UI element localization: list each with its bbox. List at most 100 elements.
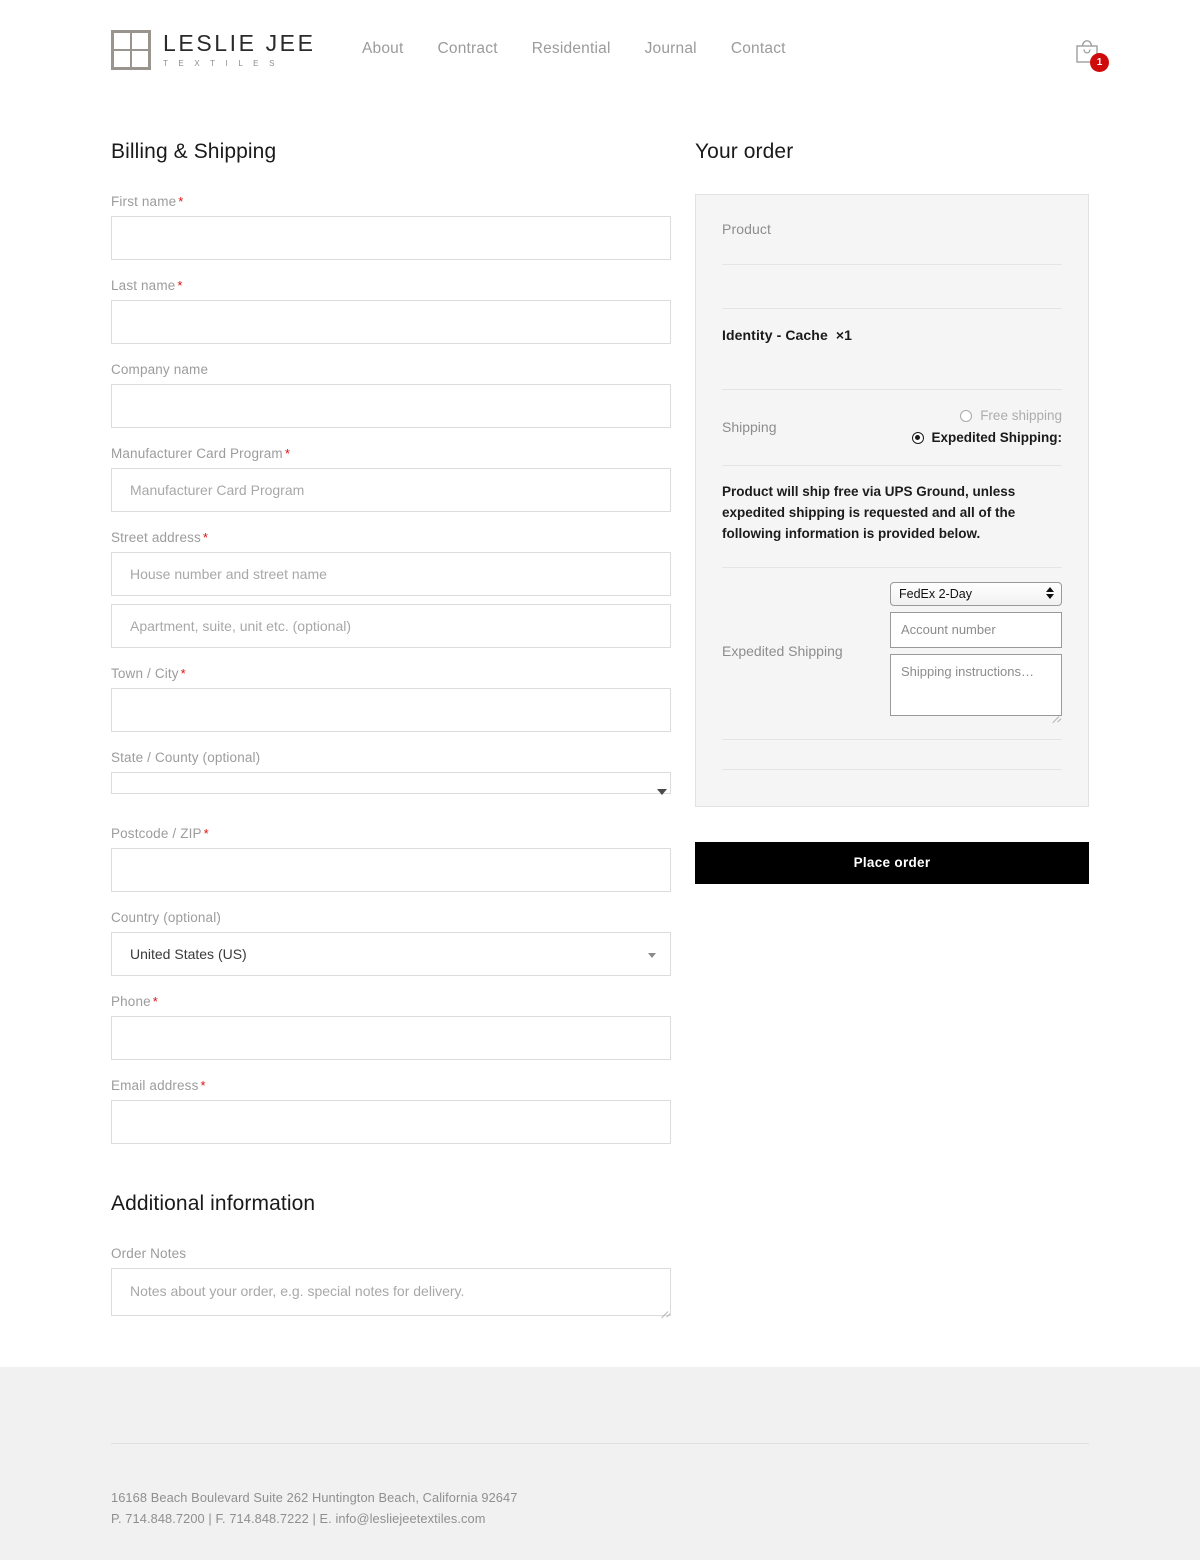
brand-name: LESLIE JEE	[163, 32, 316, 55]
required-asterisk: *	[285, 446, 290, 461]
shipping-options: Free shipping Expedited Shipping:	[912, 408, 1063, 445]
footer-phone-email: P. 714.848.7200 | F. 714.848.7222 | E. i…	[111, 1508, 517, 1529]
select-stepper-arrows-icon	[1046, 587, 1054, 599]
your-order-title: Your order	[695, 140, 1089, 164]
carrier-select[interactable]: FedEx 2-Day	[890, 582, 1062, 606]
chevron-down-icon	[657, 789, 667, 795]
footer-contact-info: 16168 Beach Boulevard Suite 262 Huntingt…	[111, 1487, 517, 1529]
field-country: Country (optional) United States (US)	[111, 910, 671, 976]
company-name-input[interactable]	[111, 384, 671, 428]
cart-count-badge: 1	[1090, 53, 1109, 72]
shipping-note: Product will ship free via UPS Ground, u…	[722, 466, 1062, 568]
town-city-input[interactable]	[111, 688, 671, 732]
order-summary-panel: Product Identity - Cache ×1 Shipping Fre…	[695, 194, 1089, 807]
state-county-label: State / County (optional)	[111, 750, 671, 765]
main-navigation: About Contract Residential Journal Conta…	[345, 38, 803, 60]
field-company-name: Company name	[111, 362, 671, 428]
spiral-grid-logo-icon: ঄ ঄ ঄ ঄	[111, 30, 151, 70]
nav-item-journal[interactable]: Journal	[628, 38, 714, 60]
carrier-selected-value: FedEx 2-Day	[899, 587, 972, 601]
required-asterisk: *	[178, 194, 183, 209]
footer-divider	[111, 1443, 1089, 1444]
field-manufacturer-card-program: Manufacturer Card Program *	[111, 446, 671, 512]
shipping-option-expedited-label: Expedited Shipping:	[932, 430, 1063, 445]
order-spacer-row-b	[722, 770, 1062, 806]
nav-item-contact[interactable]: Contact	[714, 38, 803, 60]
shipping-option-free-label: Free shipping	[980, 408, 1062, 423]
shipping-option-expedited[interactable]: Expedited Shipping:	[912, 430, 1063, 445]
last-name-input[interactable]	[111, 300, 671, 344]
email-address-input[interactable]	[111, 1100, 671, 1144]
brand-subtitle: T E X T I L E S	[163, 60, 316, 68]
account-number-input[interactable]	[890, 612, 1062, 648]
required-asterisk: *	[203, 530, 208, 545]
field-first-name: First name *	[111, 194, 671, 260]
manufacturer-card-label: Manufacturer Card Program *	[111, 446, 671, 461]
billing-section-title: Billing & Shipping	[111, 140, 671, 164]
state-county-select[interactable]	[111, 772, 671, 808]
country-select[interactable]: United States (US)	[111, 932, 671, 976]
shipping-instructions-textarea[interactable]	[890, 654, 1062, 716]
order-notes-label: Order Notes	[111, 1246, 671, 1261]
billing-shipping-column: Billing & Shipping First name * Last name…	[111, 140, 671, 1334]
postcode-zip-label: Postcode / ZIP *	[111, 826, 671, 841]
field-street-address: Street address *	[111, 530, 671, 648]
radio-expedited-shipping[interactable]	[912, 432, 924, 444]
required-asterisk: *	[153, 994, 158, 1009]
field-order-notes: Order Notes	[111, 1246, 671, 1316]
order-item-qty: ×1	[836, 327, 852, 343]
field-phone: Phone *	[111, 994, 671, 1060]
order-notes-textarea[interactable]	[111, 1268, 671, 1316]
phone-label: Phone *	[111, 994, 671, 1009]
order-notes-wrapper	[111, 1268, 671, 1316]
nav-item-residential[interactable]: Residential	[515, 38, 628, 60]
nav-item-contract[interactable]: Contract	[421, 38, 515, 60]
country-selected-value: United States (US)	[130, 946, 247, 962]
street-address-label: Street address *	[111, 530, 671, 545]
shipping-instructions-wrapper	[890, 654, 1062, 721]
shipping-option-free[interactable]: Free shipping	[960, 408, 1062, 423]
required-asterisk: *	[201, 1078, 206, 1093]
field-postcode-zip: Postcode / ZIP *	[111, 826, 671, 892]
expedited-shipping-row: Expedited Shipping FedEx 2-Day	[722, 568, 1062, 740]
required-asterisk: *	[177, 278, 182, 293]
phone-input[interactable]	[111, 1016, 671, 1060]
expedited-shipping-label: Expedited Shipping	[722, 643, 843, 659]
field-state-county: State / County (optional)	[111, 750, 671, 808]
street-address-2-input[interactable]	[111, 604, 671, 648]
field-town-city: Town / City *	[111, 666, 671, 732]
required-asterisk: *	[181, 666, 186, 681]
order-item-name: Identity - Cache	[722, 327, 828, 343]
shipping-label: Shipping	[722, 419, 777, 435]
postcode-zip-input[interactable]	[111, 848, 671, 892]
town-city-label: Town / City *	[111, 666, 671, 681]
order-line-item: Identity - Cache ×1	[722, 309, 1062, 390]
country-label: Country (optional)	[111, 910, 671, 925]
cart-button[interactable]: 1	[1072, 36, 1104, 68]
company-name-label: Company name	[111, 362, 671, 377]
required-asterisk: *	[204, 826, 209, 841]
footer-address: 16168 Beach Boulevard Suite 262 Huntingt…	[111, 1487, 517, 1508]
your-order-column: Your order Product Identity - Cache ×1 S…	[695, 140, 1089, 884]
chevron-down-icon	[648, 953, 656, 958]
site-header: ঄ ঄ ঄ ঄ LESLIE JEE T E X T I L E S About Co…	[0, 0, 1200, 100]
field-last-name: Last name *	[111, 278, 671, 344]
street-address-input[interactable]	[111, 552, 671, 596]
order-spacer-row-top	[722, 265, 1062, 309]
first-name-label: First name *	[111, 194, 671, 209]
field-email-address: Email address *	[111, 1078, 671, 1144]
last-name-label: Last name *	[111, 278, 671, 293]
additional-information-title: Additional information	[111, 1192, 671, 1216]
brand-logo-link[interactable]: ঄ ঄ ঄ ঄ LESLIE JEE T E X T I L E S	[111, 30, 316, 70]
manufacturer-card-input[interactable]	[111, 468, 671, 512]
order-spacer-row-a	[722, 740, 1062, 770]
expedited-shipping-fields: FedEx 2-Day	[890, 582, 1062, 721]
nav-item-about[interactable]: About	[345, 38, 421, 60]
state-county-select-box[interactable]	[111, 772, 671, 794]
email-address-label: Email address *	[111, 1078, 671, 1093]
order-table-header-product: Product	[722, 221, 1062, 265]
first-name-input[interactable]	[111, 216, 671, 260]
radio-free-shipping[interactable]	[960, 410, 972, 422]
site-footer: 16168 Beach Boulevard Suite 262 Huntingt…	[0, 1367, 1200, 1560]
place-order-button[interactable]: Place order	[695, 842, 1089, 884]
